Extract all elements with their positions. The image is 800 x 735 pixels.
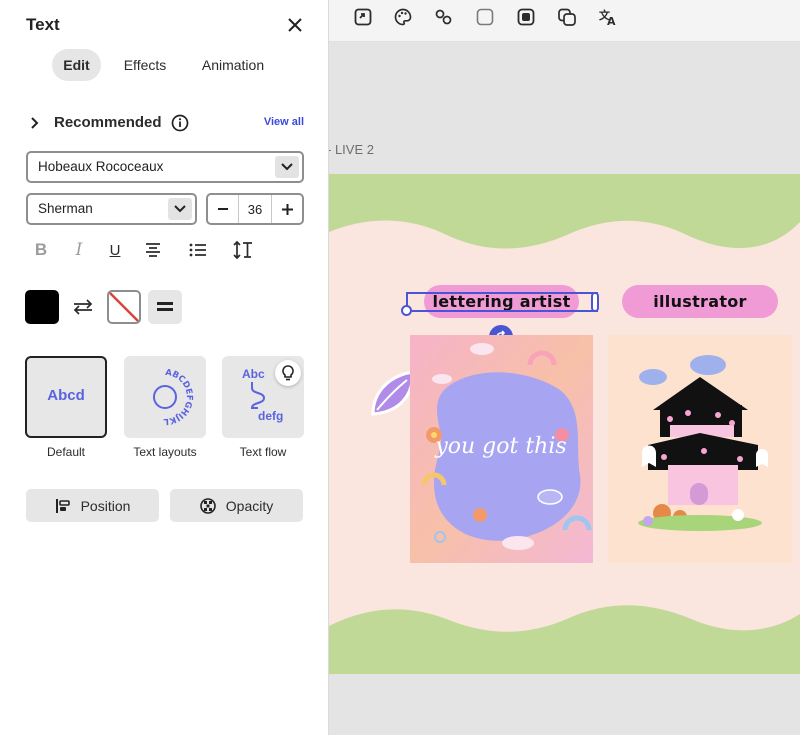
- lightbulb-icon: [282, 365, 294, 381]
- link-icon[interactable]: [431, 5, 457, 29]
- preset-default-label: Default: [46, 445, 86, 459]
- italic-icon: I: [75, 240, 83, 260]
- minus-icon: [218, 208, 228, 210]
- info-icon[interactable]: [171, 114, 189, 132]
- mask-icon[interactable]: [513, 5, 539, 29]
- tab-effects-label: Effects: [123, 57, 167, 73]
- artwork-haunted-house[interactable]: [608, 335, 792, 563]
- preset-text-flow-top: Abc: [242, 367, 265, 381]
- tab-animation-label: Animation: [201, 57, 265, 73]
- swap-icon: [73, 299, 93, 315]
- line-spacing-button[interactable]: [230, 238, 256, 262]
- close-icon: [288, 18, 302, 32]
- chevron-down-icon[interactable]: [275, 156, 299, 178]
- view-all-link[interactable]: View all: [264, 116, 304, 128]
- preset-text-layouts[interactable]: ABCDEFGHIJKL: [124, 356, 206, 438]
- chevron-right-icon[interactable]: [30, 117, 40, 129]
- italic-button[interactable]: I: [66, 238, 92, 262]
- tab-edit[interactable]: Edit: [52, 49, 101, 81]
- bold-button[interactable]: B: [28, 238, 54, 262]
- svg-text:A: A: [607, 15, 616, 26]
- selection-handle-right[interactable]: [591, 292, 599, 312]
- translate-icon[interactable]: 文A: [595, 5, 621, 29]
- tab-effects[interactable]: Effects: [115, 49, 175, 81]
- font-family-value: Hobeaux Rococeaux: [38, 159, 164, 174]
- preset-default-preview: Abcd: [47, 387, 85, 404]
- replace-icon[interactable]: [350, 5, 376, 29]
- palette-icon[interactable]: [390, 5, 416, 29]
- preset-default[interactable]: Abcd: [25, 356, 107, 438]
- increase-size-button[interactable]: [272, 195, 302, 223]
- plus-icon: [281, 203, 293, 215]
- circular-text-preview: ABCDEFGHIJKL: [153, 368, 194, 426]
- text-panel: Text Edit Effects Animation Recommended …: [0, 0, 329, 735]
- align-center-button[interactable]: [140, 238, 166, 262]
- font-style-value: Sherman: [38, 201, 93, 216]
- shape-icon[interactable]: [472, 5, 498, 29]
- position-icon: [55, 498, 70, 513]
- align-center-icon: [146, 243, 160, 257]
- bullet-list-icon: [189, 243, 206, 257]
- premium-tip-button[interactable]: [275, 360, 301, 386]
- opacity-button[interactable]: Opacity: [170, 489, 303, 522]
- bullet-list-button[interactable]: [185, 238, 211, 262]
- selection-handle-left[interactable]: [401, 305, 412, 316]
- text-selection-box[interactable]: [406, 292, 598, 312]
- tab-animation[interactable]: Animation: [193, 49, 273, 81]
- no-color-icon: [109, 292, 139, 322]
- panel-title: Text: [26, 15, 60, 34]
- opacity-label: Opacity: [225, 497, 274, 514]
- preset-text-flow-label: Text flow: [239, 445, 287, 459]
- chevron-down-icon[interactable]: [168, 198, 192, 220]
- position-button[interactable]: Position: [26, 489, 159, 522]
- svg-text:ABCDEFGHIJKL: ABCDEFGHIJKL: [163, 368, 194, 426]
- font-style-select[interactable]: Sherman: [26, 193, 197, 225]
- stroke-weight-button[interactable]: [148, 290, 182, 324]
- font-size-value[interactable]: 36: [238, 195, 272, 223]
- artwork-text: you got this: [434, 434, 566, 459]
- preset-text-layouts-label: Text layouts: [133, 445, 197, 459]
- position-label: Position: [80, 497, 131, 514]
- line-spacing-icon: [233, 240, 252, 260]
- fill-color-swatch[interactable]: [25, 290, 59, 324]
- preset-text-flow-bottom: defg: [258, 409, 284, 423]
- canvas-toolbar: 文A: [329, 0, 800, 42]
- tab-edit-label: Edit: [63, 57, 90, 73]
- duplicate-icon[interactable]: [554, 5, 580, 29]
- recommended-row[interactable]: Recommended View all: [26, 110, 306, 136]
- underline-button[interactable]: U: [102, 238, 128, 262]
- swap-colors-button[interactable]: [69, 295, 97, 319]
- illustrator-label: illustrator: [653, 292, 747, 311]
- decrease-size-button[interactable]: [208, 195, 238, 223]
- recommended-label: Recommended: [54, 114, 162, 131]
- font-size-stepper[interactable]: 36: [206, 193, 304, 225]
- illustrator-pill[interactable]: illustrator: [622, 285, 778, 318]
- underline-icon: U: [109, 241, 121, 259]
- opacity-icon: [199, 497, 216, 514]
- artwork-you-got-this[interactable]: you got this: [410, 335, 593, 563]
- bold-icon: B: [34, 240, 48, 259]
- flow-path-icon: [250, 382, 266, 409]
- close-button[interactable]: [283, 13, 307, 37]
- page-label: - LIVE 2: [327, 142, 374, 157]
- outline-color-swatch[interactable]: [107, 290, 141, 324]
- stroke-weight-icon: [157, 302, 173, 311]
- font-family-select[interactable]: Hobeaux Rococeaux: [26, 151, 304, 183]
